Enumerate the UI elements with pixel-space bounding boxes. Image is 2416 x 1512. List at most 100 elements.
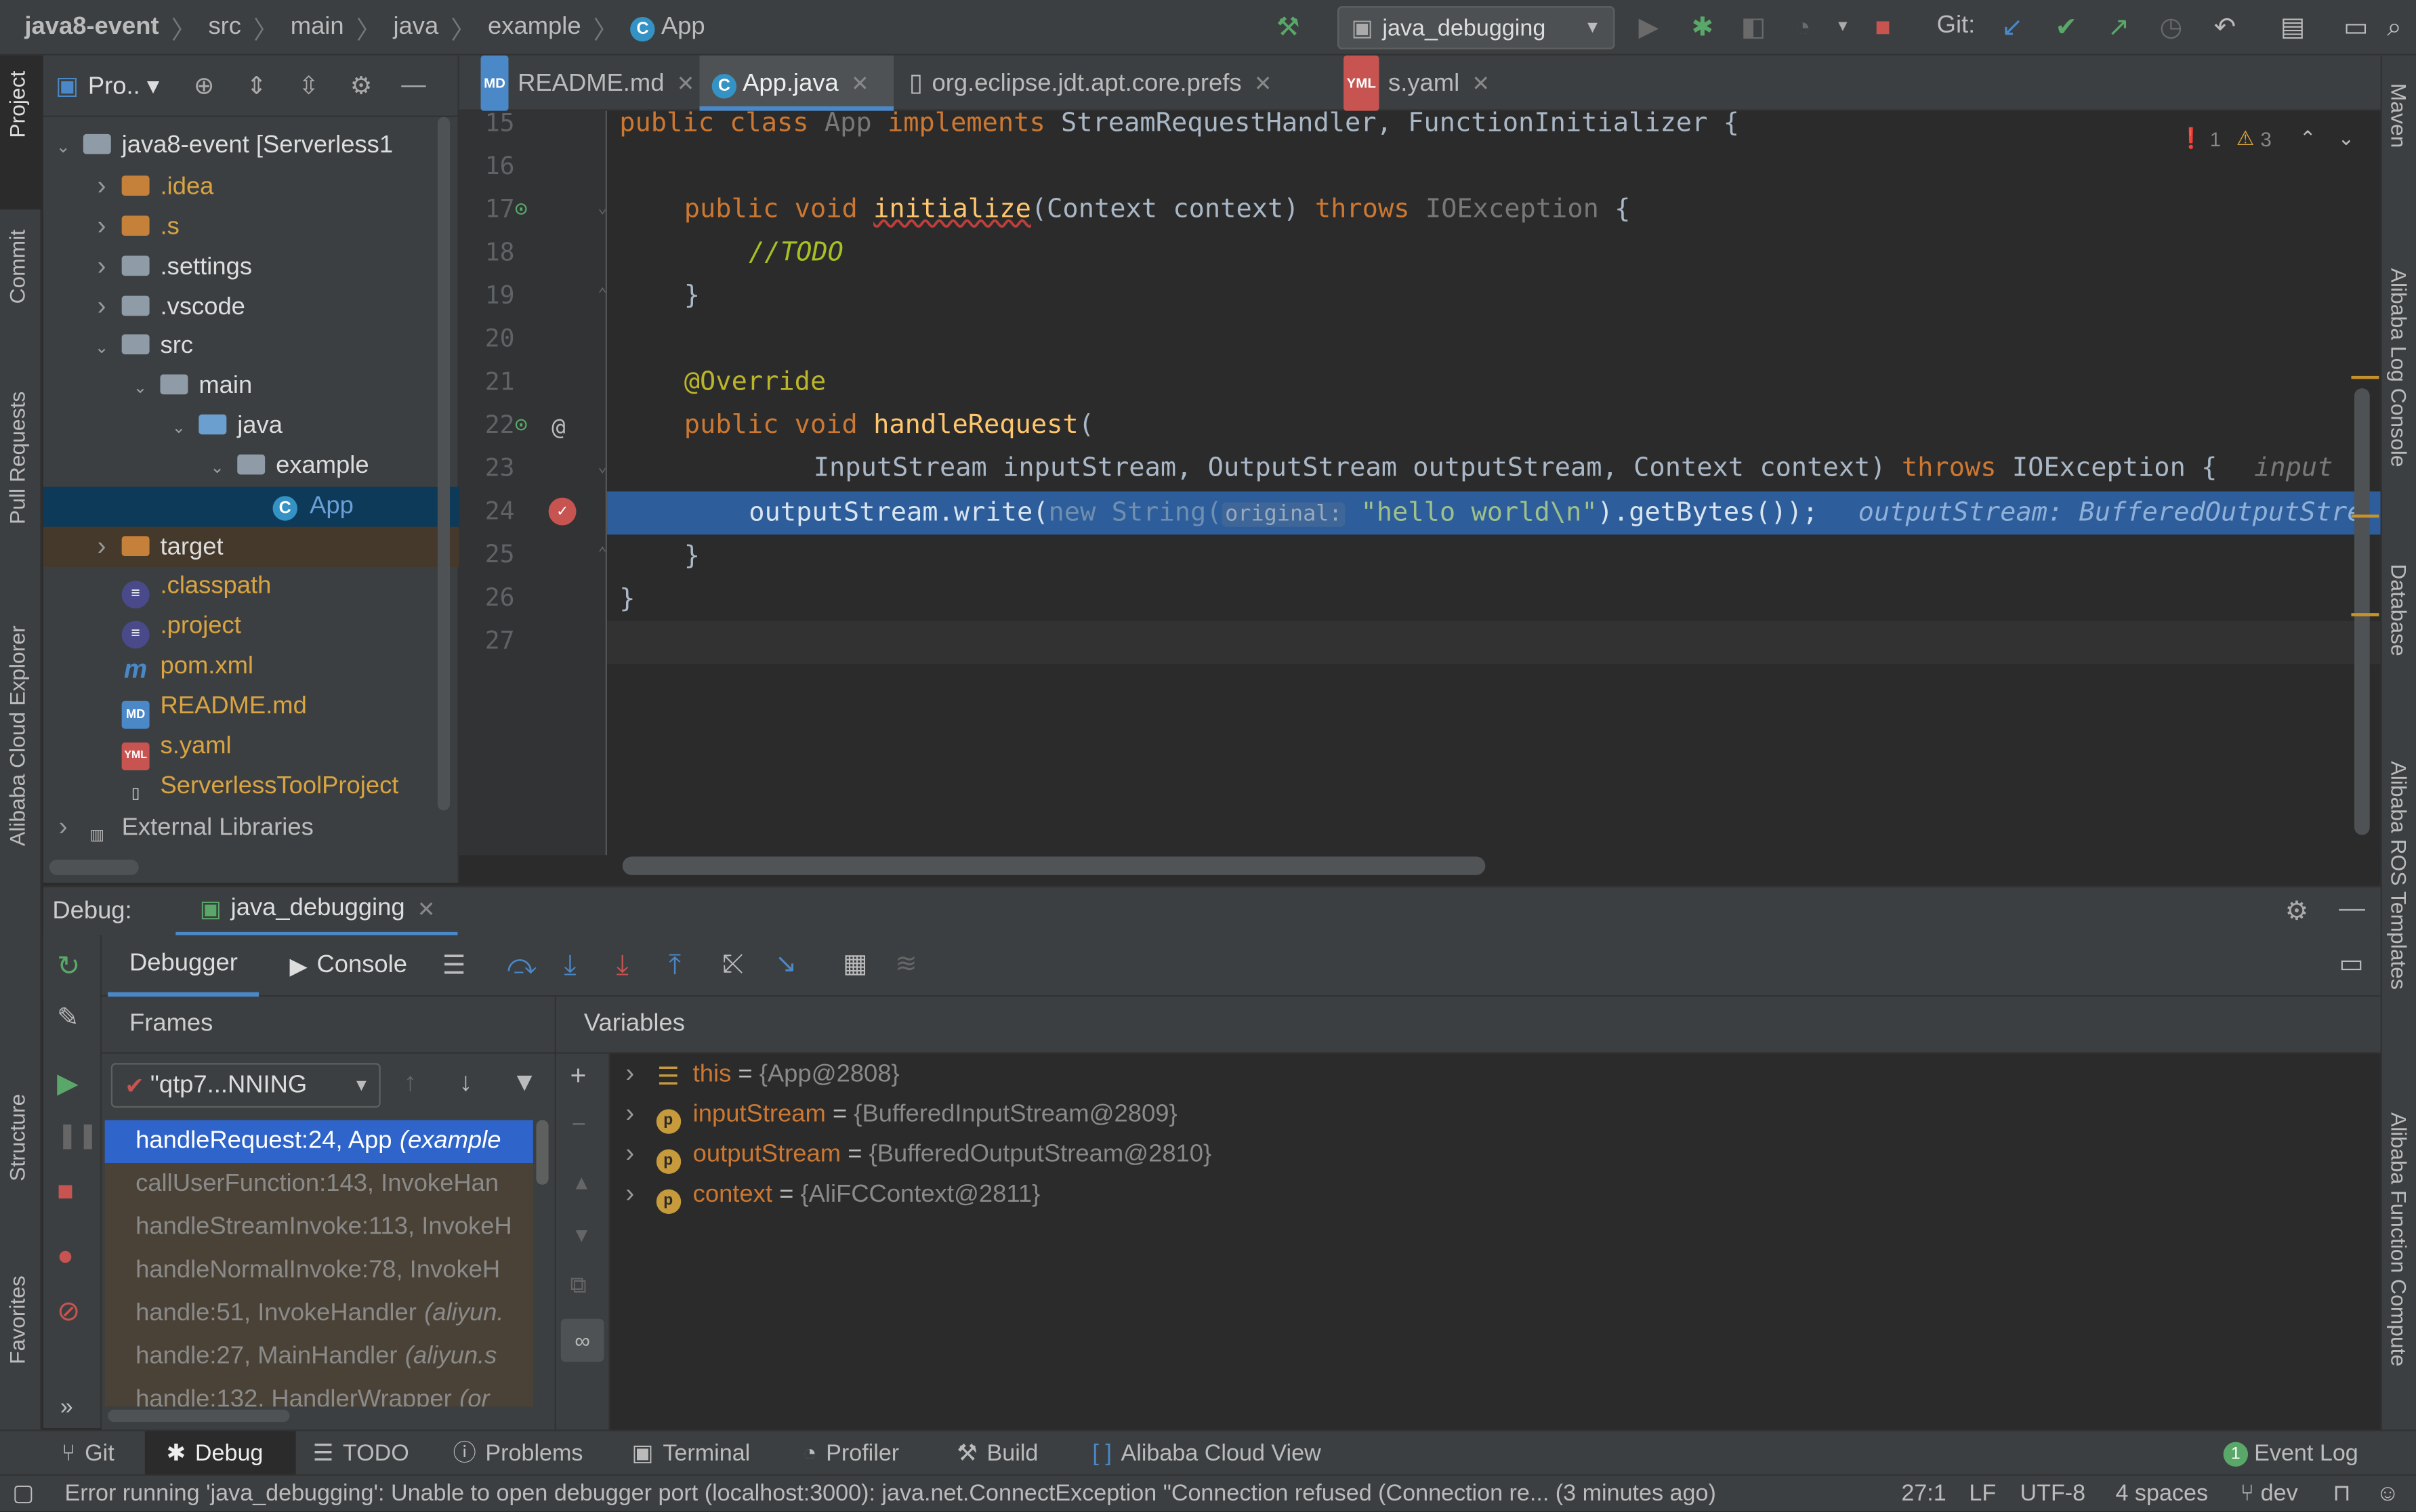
git-branch[interactable]: ⑂ dev — [2241, 1476, 2298, 1511]
next-highlight-icon[interactable]: ⌄ — [2337, 126, 2354, 150]
git-update-icon[interactable]: ↙ — [1994, 9, 2031, 47]
chevron-down-icon[interactable]: ⌄ — [52, 128, 74, 168]
variable-row[interactable]: › p outputStream = {BufferedOutputStream@2… — [625, 1134, 1211, 1174]
stripe-tab-maven[interactable]: Maven — [2387, 83, 2411, 148]
warning-stripe[interactable] — [2351, 613, 2379, 616]
inspector-icon[interactable]: ☺ — [2376, 1476, 2400, 1511]
stripe-tab-ros-templates[interactable]: Alibaba ROS Templates — [2387, 761, 2411, 989]
annotation-marker-icon[interactable]: @ — [551, 413, 566, 440]
breadcrumb-example[interactable]: example — [482, 13, 587, 41]
pause-icon[interactable]: ❚❚ — [57, 1120, 98, 1150]
breadcrumb-project[interactable]: java8-event — [0, 13, 165, 41]
tab-s-yaml[interactable]: YML s.yaml ✕ — [1331, 55, 1501, 111]
tree-item[interactable]: › target — [43, 526, 459, 567]
coverage-icon[interactable]: ◧ — [1735, 9, 1772, 47]
tab-app-java[interactable]: C App.java ✕ — [699, 55, 894, 111]
frames-hscrollbar[interactable] — [108, 1409, 290, 1423]
implements-marker-icon[interactable]: ⊙ — [515, 413, 528, 437]
chevron-down-icon[interactable]: ⌄ — [207, 448, 228, 488]
settings-wrench-icon[interactable]: ✎ — [57, 1003, 79, 1034]
tree-item[interactable]: ⌄ java — [43, 406, 459, 446]
tab-prefs[interactable]: ▯ org.eclipse.jdt.apt.core.prefs ✕ — [897, 56, 1325, 111]
tool-profiler[interactable]: ◔ Profiler — [803, 1431, 899, 1476]
tree-item[interactable]: ▯ ServerlessToolProject — [43, 768, 459, 807]
breadcrumb-java[interactable]: java — [387, 13, 444, 41]
step-over-icon[interactable]: ⤼ — [507, 949, 537, 982]
tree-item[interactable]: m pom.xml — [43, 647, 459, 687]
tree-item[interactable]: YML s.yaml — [43, 727, 459, 771]
gear-icon[interactable]: ⚙ — [344, 70, 378, 100]
history-icon[interactable]: ◷ — [2152, 9, 2190, 47]
stripe-tab-structure[interactable]: Structure — [5, 1094, 29, 1181]
debug-bug-icon[interactable]: ✱ — [1684, 9, 1722, 47]
gear-icon[interactable]: ⚙ — [2285, 897, 2309, 927]
remove-watch-icon[interactable]: − — [572, 1112, 586, 1140]
step-out-icon[interactable]: ⤒ — [669, 949, 681, 982]
variable-row[interactable]: › p inputStream = {BufferedInputStream@280… — [625, 1094, 1178, 1134]
stack-frame[interactable]: callUserFunction:143, InvokeHan — [104, 1163, 533, 1206]
tree-item[interactable]: ⌄ java8-event [Serverless1 — [43, 126, 459, 166]
mute-breakpoints-icon[interactable]: ⊘ — [57, 1296, 80, 1328]
close-icon[interactable]: ✕ — [1254, 71, 1272, 96]
fold-icon[interactable]: ⌄ — [598, 201, 607, 217]
tab-debugger[interactable]: Debugger — [108, 935, 259, 997]
chevron-right-icon[interactable]: › — [91, 287, 112, 327]
tree-item[interactable]: › .settings — [43, 247, 459, 287]
line-separator[interactable]: LF — [1969, 1476, 1996, 1511]
frames-scrollbar[interactable] — [536, 1120, 549, 1185]
breadcrumb-src[interactable]: src — [202, 13, 247, 41]
close-icon[interactable]: ✕ — [417, 896, 436, 922]
chevron-right-icon[interactable]: › — [91, 167, 112, 207]
stack-frame[interactable]: handle:51, InvokeHandler (aliyun. — [104, 1293, 533, 1336]
move-down-icon[interactable]: ▼ — [572, 1223, 591, 1246]
close-icon[interactable]: ✕ — [677, 71, 695, 96]
locate-icon[interactable]: ⊕ — [187, 70, 221, 100]
profile-icon[interactable]: ◔ — [1785, 9, 1822, 47]
tree-item[interactable]: › .s — [43, 207, 459, 247]
presentation-icon[interactable]: ▭ — [2337, 9, 2375, 47]
stripe-tab-log-console[interactable]: Alibaba Log Console — [2387, 268, 2411, 467]
frame-down-icon[interactable]: ↓ — [459, 1068, 472, 1098]
chevron-right-icon[interactable]: › — [625, 1099, 634, 1128]
tool-windows-toggle-icon[interactable]: ▢ — [12, 1476, 34, 1511]
tool-build[interactable]: ⚒ Build — [957, 1431, 1038, 1476]
chevron-right-icon[interactable]: › — [91, 247, 112, 287]
search-everywhere-icon[interactable]: ⌕ — [2376, 9, 2413, 47]
tab-readme[interactable]: MD README.md ✕ — [468, 55, 699, 111]
tool-git[interactable]: ⑂ Git — [62, 1431, 114, 1476]
breadcrumb-main[interactable]: main — [285, 13, 350, 41]
status-message[interactable]: Error running 'java_debugging': Unable t… — [65, 1476, 1852, 1511]
tool-todo[interactable]: ☰ TODO — [313, 1431, 409, 1476]
stack-frame[interactable]: handle:132, HandlerWrapper (or — [104, 1379, 533, 1407]
stripe-tab-project[interactable]: Project — [5, 71, 29, 138]
resume-icon[interactable]: ▶ — [57, 1068, 78, 1100]
rollback-icon[interactable]: ↶ — [2207, 9, 2244, 47]
chevron-down-icon[interactable]: ⌄ — [129, 369, 151, 408]
hide-icon[interactable]: — — [396, 72, 430, 100]
tool-problems[interactable]: ⓘ Problems — [453, 1431, 583, 1476]
project-structure-icon[interactable]: ▤ — [2274, 9, 2312, 47]
chevron-down-icon[interactable]: ⌄ — [91, 328, 112, 368]
layout-settings-icon[interactable]: ▭ — [2339, 949, 2364, 980]
editor-hscrollbar[interactable] — [622, 856, 1486, 875]
previous-highlight-icon[interactable]: ⌃ — [2299, 126, 2316, 150]
rerun-icon[interactable]: ↻ — [57, 950, 80, 983]
tree-item[interactable]: ≡ .project — [43, 607, 459, 649]
tree-scrollbar[interactable] — [437, 117, 451, 811]
tree-item[interactable]: ⌄ example — [43, 447, 459, 487]
lock-icon[interactable]: ⊓ — [2333, 1476, 2351, 1511]
tool-cloud-view[interactable]: [ ] Alibaba Cloud View — [1092, 1431, 1320, 1476]
run-icon[interactable]: ▶ — [1630, 9, 1667, 47]
stack-frame[interactable]: handleRequest:24, App (example — [104, 1120, 533, 1164]
glasses-watches-icon[interactable]: ∞ — [560, 1318, 604, 1362]
stripe-tab-function-compute[interactable]: Alibaba Function Compute — [2387, 1112, 2411, 1366]
fold-icon[interactable]: ⌄ — [598, 459, 607, 476]
variable-row[interactable]: › ☰ this = {App@2808} — [625, 1054, 899, 1094]
stack-frame[interactable]: handleStreamInvoke:113, InvokeH — [104, 1206, 533, 1250]
stripe-tab-pull-requests[interactable]: Pull Requests — [5, 392, 29, 524]
chevron-right-icon[interactable]: › — [625, 1139, 634, 1168]
stripe-tab-cloud-explorer[interactable]: Alibaba Cloud Explorer — [5, 625, 29, 846]
tree-item[interactable]: › ▥ External Libraries — [43, 807, 459, 847]
git-push-icon[interactable]: ↗ — [2100, 9, 2138, 47]
stop-icon[interactable]: ■ — [57, 1175, 74, 1208]
